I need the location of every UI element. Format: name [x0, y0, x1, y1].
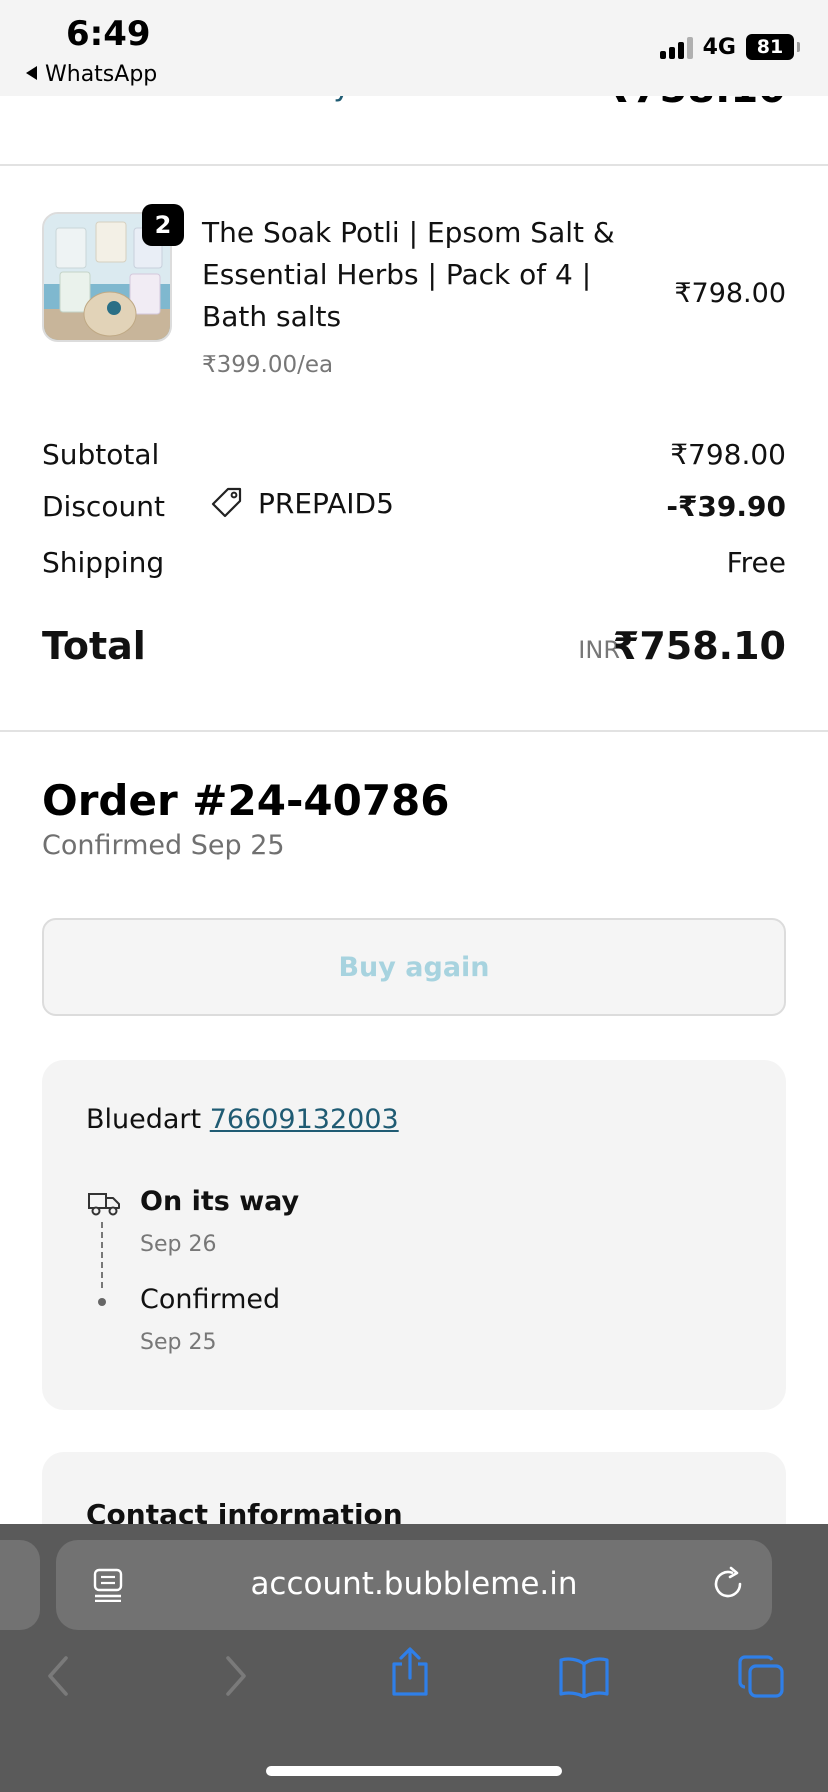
network-type: 4G	[702, 34, 736, 60]
browser-nav-row	[0, 1647, 828, 1734]
back-arrow-icon	[26, 66, 37, 80]
cellular-signal-icon	[659, 35, 693, 59]
reload-icon[interactable]	[710, 1566, 746, 1602]
subtotal-row: Subtotal ₹798.00	[42, 438, 786, 471]
step-date: Sep 25	[140, 1330, 217, 1355]
discount-code-text: PREPAID5	[258, 486, 394, 520]
battery-icon: 81	[746, 34, 800, 60]
section-divider	[0, 730, 828, 732]
total-value: ₹758.10	[612, 624, 786, 668]
battery-level: 81	[756, 36, 784, 58]
order-status-line: Confirmed Sep 25	[42, 830, 285, 861]
carrier-name: Bluedart	[86, 1104, 202, 1135]
subtotal-label: Subtotal	[42, 438, 160, 471]
address-bar[interactable]: account.bubbleme.in	[56, 1540, 772, 1630]
discount-value: -₹39.90	[666, 490, 786, 523]
timeline-dot-icon	[98, 1298, 106, 1306]
buy-again-button[interactable]: Buy again	[42, 918, 786, 1016]
truck-icon	[88, 1193, 120, 1216]
browser-toolbar: account.bubbleme.in	[0, 1524, 828, 1792]
back-app-label: WhatsApp	[45, 62, 158, 87]
step-title: On its way	[140, 1186, 300, 1217]
tabs-icon[interactable]	[736, 1654, 786, 1700]
shipping-label: Shipping	[42, 546, 165, 579]
order-title: Order #24-40786	[42, 776, 450, 825]
product-unit-price: ₹399.00/ea	[202, 352, 334, 378]
discount-label: Discount	[42, 490, 165, 523]
shipment-tracking-card: Bluedart 76609132003 On its way Sep 26 C…	[42, 1060, 786, 1410]
forward-icon[interactable]	[222, 1654, 250, 1698]
status-time: 6:49	[66, 14, 151, 54]
previous-tab-peek[interactable]	[0, 1540, 40, 1630]
subtotal-value: ₹798.00	[670, 438, 786, 471]
step-date: Sep 26	[140, 1232, 217, 1257]
back-to-app-link[interactable]: WhatsApp	[26, 62, 157, 87]
home-indicator[interactable]	[266, 1766, 562, 1776]
discount-row: Discount PREPAID5 -₹39.90	[42, 487, 786, 524]
product-line-item: 2 The Soak Potli | Epsom Salt & Essentia…	[42, 204, 786, 382]
total-label: Total	[42, 624, 146, 668]
discount-code-tag: PREPAID5	[210, 486, 394, 520]
timeline-connector	[101, 1222, 103, 1288]
product-name: The Soak Potli | Epsom Salt & Essential …	[202, 216, 615, 333]
tracking-number-link[interactable]: 76609132003	[210, 1104, 399, 1135]
carrier-line: Bluedart 76609132003	[86, 1104, 399, 1135]
total-row: Total INR ₹758.10	[42, 624, 786, 680]
tag-icon	[211, 487, 242, 518]
shipping-value: Free	[726, 546, 786, 579]
shipping-row: Shipping Free	[42, 546, 786, 579]
step-title: Confirmed	[140, 1284, 281, 1315]
back-icon[interactable]	[44, 1654, 72, 1698]
quantity-badge: 2	[142, 204, 184, 246]
product-line-price: ₹798.00	[674, 278, 786, 309]
status-indicators: 4G 81	[659, 34, 800, 60]
status-bar: 6:49 WhatsApp 4G 81	[0, 0, 828, 96]
bookmarks-icon[interactable]	[558, 1654, 610, 1698]
share-icon[interactable]	[388, 1646, 432, 1698]
url-text: account.bubbleme.in	[250, 1566, 578, 1602]
